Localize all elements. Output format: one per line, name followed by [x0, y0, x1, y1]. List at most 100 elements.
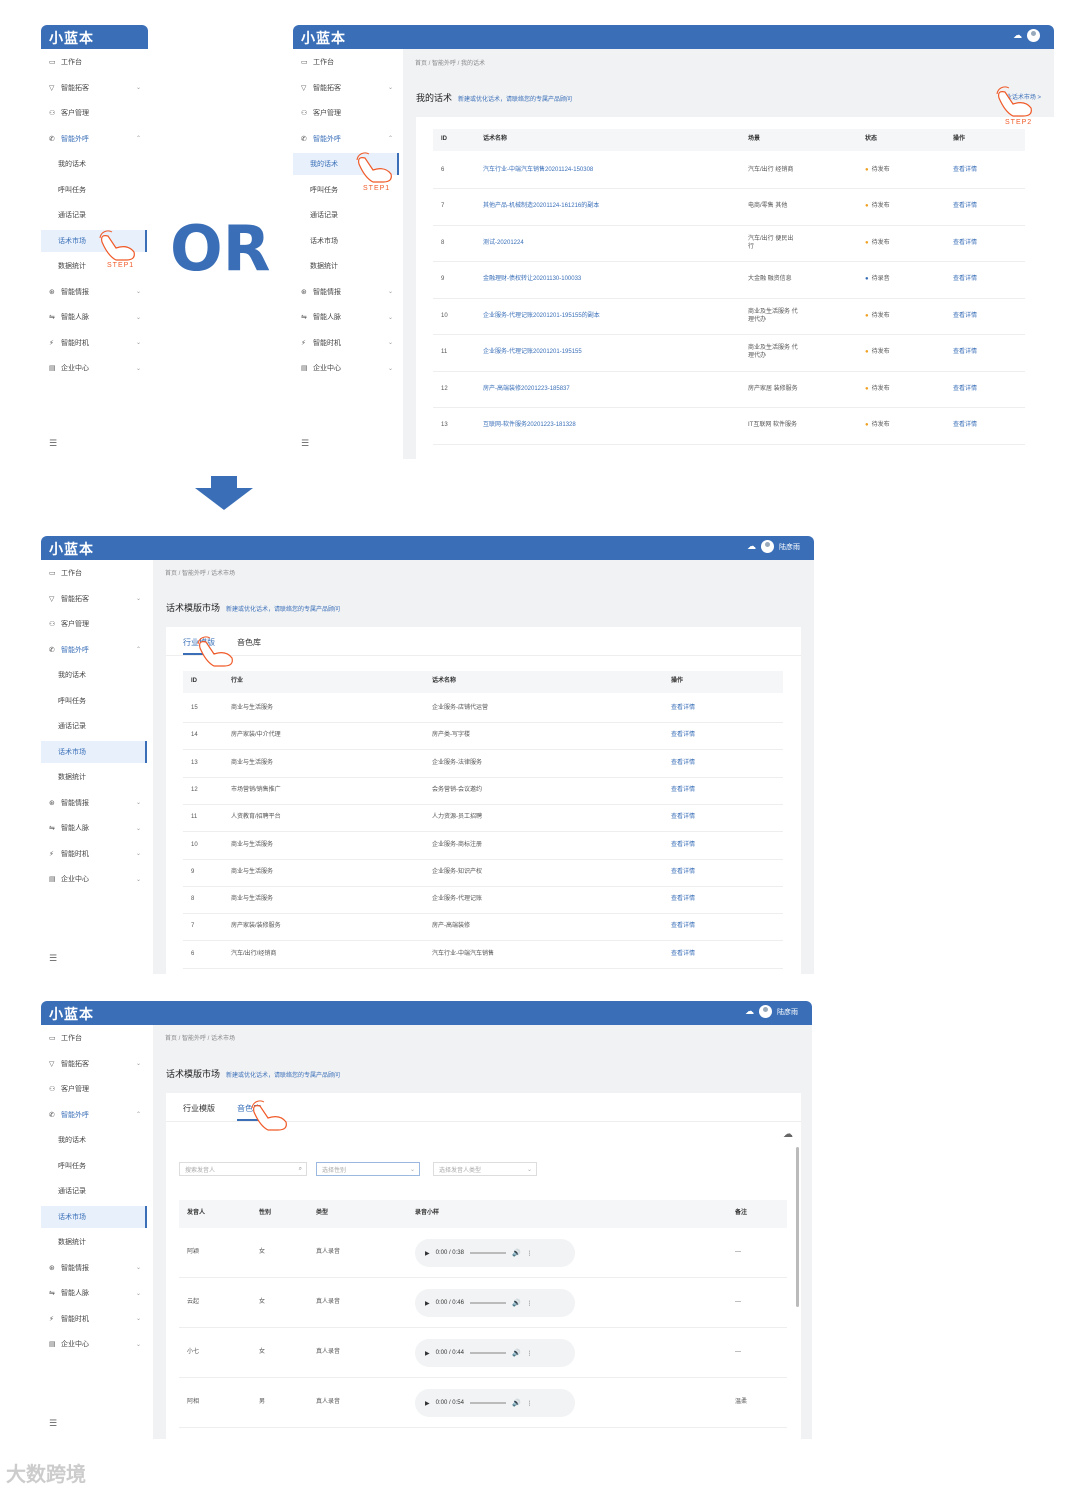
sidebar-item[interactable]: ⊛ 智能情报 ⌄	[41, 792, 147, 814]
script-name-link[interactable]: 其他产品-机械制造20201124-161216的副本	[483, 190, 599, 225]
view-detail-link[interactable]: 查看详情	[671, 887, 695, 913]
view-detail-link[interactable]: 查看详情	[953, 226, 977, 261]
play-icon[interactable]: ▶	[425, 1250, 430, 1257]
chevron-icon[interactable]: ⌄	[136, 1060, 141, 1067]
view-detail-link[interactable]: 查看详情	[671, 778, 695, 804]
volume-icon[interactable]: 🔊	[512, 1249, 521, 1257]
speaker-type-select[interactable]: 选择发音人类型 ⌄	[433, 1162, 537, 1176]
chevron-icon[interactable]: ⌄	[388, 84, 393, 91]
sidebar-item[interactable]: ⚇ 客户管理	[293, 102, 399, 124]
audio-player[interactable]: ▶ 0:00 / 0:44 🔊 ⋮	[415, 1339, 575, 1367]
avatar[interactable]	[761, 540, 774, 553]
sidebar-item[interactable]: 我的话术	[41, 664, 147, 686]
user-name[interactable]: 陆彦雨	[777, 1007, 798, 1017]
audio-progress[interactable]	[469, 1252, 506, 1254]
script-name-link[interactable]: 测试-20201224	[483, 226, 524, 261]
view-detail-link[interactable]: 查看详情	[953, 372, 977, 407]
audio-player[interactable]: ▶ 0:00 / 0:54 🔊 ⋮	[415, 1389, 575, 1417]
sidebar-item[interactable]: ▭ 工作台	[293, 51, 399, 73]
avatar[interactable]	[759, 1005, 772, 1018]
play-icon[interactable]: ▶	[425, 1350, 430, 1357]
sidebar-item[interactable]: 通话记录	[41, 1180, 147, 1202]
chevron-icon[interactable]: ⌄	[136, 314, 141, 321]
avatar[interactable]	[1027, 29, 1040, 42]
sidebar-item[interactable]: 通话记录	[293, 204, 399, 226]
view-detail-link[interactable]: 查看详情	[953, 409, 977, 444]
script-name-link[interactable]: 房产-高端装修20201223-185837	[483, 372, 570, 407]
sidebar-item[interactable]: ⇋ 智能人脉 ⌄	[41, 306, 147, 328]
tab-industry-template[interactable]: 行业模版	[183, 1103, 215, 1121]
script-name-link[interactable]: 汽车行业-中端汽车销售20201124-150308	[483, 153, 593, 188]
sidebar-item[interactable]: 呼叫任务	[41, 179, 147, 201]
chevron-icon[interactable]: ⌄	[388, 288, 393, 295]
chevron-icon[interactable]: ⌄	[136, 1341, 141, 1348]
chevron-icon[interactable]: ⌄	[388, 314, 393, 321]
sidebar-item[interactable]: ▽ 智能拓客 ⌄	[41, 77, 147, 99]
more-options-icon[interactable]: ⋮	[527, 1350, 533, 1357]
view-detail-link[interactable]: 查看详情	[953, 190, 977, 225]
sidebar-item[interactable]: ▽ 智能拓客 ⌄	[41, 1053, 147, 1075]
sidebar-item[interactable]: ✆ 智能外呼 ⌃	[41, 128, 147, 150]
sidebar-item[interactable]: ⚡ 智能时机 ⌄	[41, 332, 147, 354]
sidebar-item[interactable]: ⇋ 智能人脉 ⌄	[293, 306, 399, 328]
sidebar-item[interactable]: 数据统计	[41, 1231, 147, 1253]
sidebar-item[interactable]: ▭ 工作台	[41, 51, 147, 73]
sidebar-item[interactable]: 话术市场	[41, 740, 147, 763]
chevron-icon[interactable]: ⌄	[136, 850, 141, 857]
collapse-menu-icon[interactable]: ☰	[301, 438, 309, 449]
view-detail-link[interactable]: 查看详情	[671, 805, 695, 831]
sidebar-item[interactable]: ✆ 智能外呼 ⌃	[41, 639, 147, 661]
sidebar-item[interactable]: ⚡ 智能时机 ⌄	[41, 843, 147, 865]
sidebar-item[interactable]: ⚇ 客户管理	[41, 613, 147, 635]
chevron-icon[interactable]: ⌄	[136, 876, 141, 883]
sidebar-item[interactable]: ⚡ 智能时机 ⌄	[41, 1308, 147, 1330]
script-name-link[interactable]: 企业服务-代理记账20201201-195155的副本	[483, 299, 600, 334]
more-options-icon[interactable]: ⋮	[527, 1400, 533, 1407]
sidebar-item[interactable]: ⇋ 智能人脉 ⌄	[41, 1282, 147, 1304]
sidebar-item[interactable]: ▤ 企业中心 ⌄	[293, 357, 399, 379]
chevron-icon[interactable]: ⌄	[136, 1290, 141, 1297]
sidebar-item[interactable]: ⊛ 智能情报 ⌄	[293, 281, 399, 303]
chevron-icon[interactable]: ⌄	[136, 799, 141, 806]
cloud-icon[interactable]: ☁	[745, 1006, 754, 1017]
sidebar-item[interactable]: 数据统计	[41, 766, 147, 788]
sidebar-item[interactable]: ▽ 智能拓客 ⌄	[41, 588, 147, 610]
sidebar-item[interactable]: 我的话术	[41, 153, 147, 175]
script-name-link[interactable]: 金融理财-债权转让20201130-100033	[483, 263, 581, 298]
sidebar-item[interactable]: ▭ 工作台	[41, 1027, 147, 1049]
audio-progress[interactable]	[469, 1352, 506, 1354]
sidebar-item[interactable]: ⚇ 客户管理	[41, 102, 147, 124]
volume-icon[interactable]: 🔊	[512, 1399, 521, 1407]
cloud-icon[interactable]: ☁	[747, 541, 756, 552]
view-detail-link[interactable]: 查看详情	[671, 696, 695, 722]
chevron-icon[interactable]: ⌄	[136, 365, 141, 372]
scrollbar[interactable]	[796, 1147, 799, 1307]
search-speaker-input[interactable]: 搜索发音人 ⌕	[179, 1162, 307, 1176]
view-detail-link[interactable]: 查看详情	[671, 914, 695, 940]
chevron-icon[interactable]: ⌄	[136, 288, 141, 295]
chevron-icon[interactable]: ⌄	[136, 1264, 141, 1271]
chevron-icon[interactable]: ⌄	[136, 339, 141, 346]
chevron-icon[interactable]: ⌃	[136, 1111, 141, 1118]
sidebar-item[interactable]: 通话记录	[41, 204, 147, 226]
volume-icon[interactable]: 🔊	[512, 1349, 521, 1357]
view-detail-link[interactable]: 查看详情	[953, 336, 977, 371]
sidebar-item[interactable]: ▤ 企业中心 ⌄	[41, 1333, 147, 1355]
view-detail-link[interactable]: 查看详情	[953, 263, 977, 298]
view-detail-link[interactable]: 查看详情	[671, 751, 695, 777]
audio-player[interactable]: ▶ 0:00 / 0:46 🔊 ⋮	[415, 1289, 575, 1317]
audio-progress[interactable]	[469, 1402, 506, 1404]
sidebar-item[interactable]: 呼叫任务	[41, 1155, 147, 1177]
play-icon[interactable]: ▶	[425, 1300, 430, 1307]
more-options-icon[interactable]: ⋮	[527, 1250, 533, 1257]
chevron-icon[interactable]: ⌃	[388, 135, 393, 142]
play-icon[interactable]: ▶	[425, 1400, 430, 1407]
sidebar-item[interactable]: 数据统计	[293, 255, 399, 277]
collapse-menu-icon[interactable]: ☰	[49, 953, 57, 964]
audio-player[interactable]: ▶ 0:00 / 0:38 🔊 ⋮	[415, 1239, 575, 1267]
sidebar-item[interactable]: ⚡ 智能时机 ⌄	[293, 332, 399, 354]
user-name[interactable]: 陆彦雨	[779, 542, 800, 552]
sidebar-item[interactable]: ✆ 智能外呼 ⌃	[41, 1104, 147, 1126]
chevron-icon[interactable]: ⌄	[388, 339, 393, 346]
chevron-icon[interactable]: ⌃	[136, 646, 141, 653]
